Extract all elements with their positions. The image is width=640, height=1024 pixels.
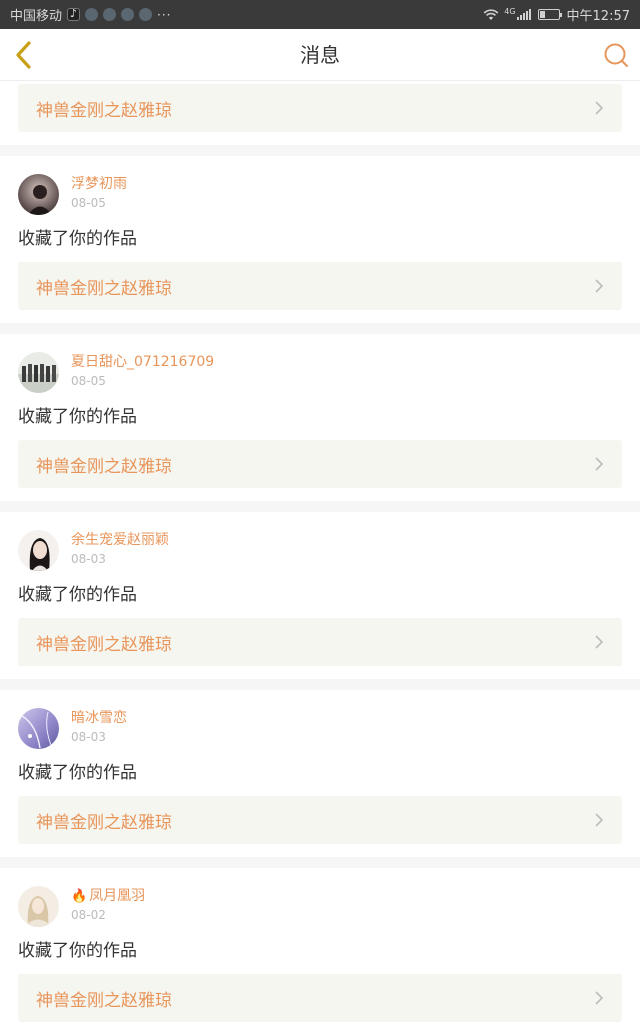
- work-title: 神兽金刚之赵雅琼: [36, 990, 172, 1011]
- message-card: 暗冰雪恋 08-03 收藏了你的作品 神兽金刚之赵雅琼: [0, 690, 640, 857]
- page-title: 消息: [300, 43, 340, 67]
- message-card: 🔥 凤月凰羽 08-02 收藏了你的作品 神兽金刚之赵雅琼: [0, 868, 640, 1024]
- action-text: 收藏了你的作品: [18, 407, 137, 427]
- username[interactable]: 夏日甜心_071216709: [71, 354, 214, 371]
- app-notification-icon: [139, 8, 153, 21]
- avatar[interactable]: [18, 174, 59, 215]
- network-type-label: 4G: [504, 6, 516, 16]
- chevron-right-icon: [594, 457, 604, 471]
- search-icon: [604, 43, 628, 67]
- fire-icon: 🔥: [71, 889, 88, 904]
- work-title: 神兽金刚之赵雅琼: [36, 456, 172, 477]
- message-list[interactable]: 神兽金刚之赵雅琼 浮梦初雨 08-05 收藏了你的作品 神兽金刚之赵雅琼 夏日甜…: [0, 81, 640, 1024]
- action-text: 收藏了你的作品: [18, 763, 137, 783]
- divider: [0, 501, 640, 512]
- work-link[interactable]: 神兽金刚之赵雅琼: [18, 262, 622, 310]
- battery-icon: [537, 9, 562, 20]
- username[interactable]: 余生宠爱赵丽颖: [71, 532, 169, 549]
- username[interactable]: 浮梦初雨: [71, 176, 127, 193]
- username[interactable]: 🔥 凤月凰羽: [71, 888, 145, 905]
- carrier-label: 中国移动: [10, 9, 63, 24]
- work-title: 神兽金刚之赵雅琼: [36, 634, 172, 655]
- app-notification-icon: [85, 8, 99, 21]
- avatar[interactable]: [18, 886, 59, 927]
- search-button[interactable]: [600, 38, 632, 72]
- tiktok-notification-icon: [67, 7, 81, 21]
- status-bar: 中国移动 ··· 4G 中午12:57: [0, 0, 640, 29]
- divider: [0, 679, 640, 690]
- message-date: 08-03: [71, 730, 106, 744]
- chevron-right-icon: [594, 813, 604, 827]
- message-card: 余生宠爱赵丽颖 08-03 收藏了你的作品 神兽金刚之赵雅琼: [0, 512, 640, 679]
- work-link[interactable]: 神兽金刚之赵雅琼: [18, 618, 622, 666]
- work-title: 神兽金刚之赵雅琼: [36, 812, 172, 833]
- divider: [0, 145, 640, 156]
- chevron-right-icon: [594, 635, 604, 649]
- signal-icon: [516, 9, 531, 20]
- message-date: 08-05: [71, 196, 106, 210]
- avatar[interactable]: [18, 352, 59, 393]
- chevron-right-icon: [594, 991, 604, 1005]
- action-text: 收藏了你的作品: [18, 229, 137, 249]
- work-link[interactable]: 神兽金刚之赵雅琼: [18, 84, 622, 132]
- message-card-partial: 神兽金刚之赵雅琼: [0, 81, 640, 145]
- more-notifications-icon: ···: [157, 7, 172, 22]
- message-date: 08-02: [71, 908, 106, 922]
- app-notification-icon: [121, 8, 135, 21]
- action-text: 收藏了你的作品: [18, 941, 137, 961]
- message-date: 08-05: [71, 374, 106, 388]
- divider: [0, 323, 640, 334]
- work-link[interactable]: 神兽金刚之赵雅琼: [18, 440, 622, 488]
- username[interactable]: 暗冰雪恋: [71, 710, 127, 727]
- clock: 中午12:57: [566, 9, 630, 24]
- divider: [0, 857, 640, 868]
- chevron-right-icon: [594, 101, 604, 115]
- status-bar-right: 4G 中午12:57: [483, 5, 630, 24]
- avatar[interactable]: [18, 530, 59, 571]
- work-link[interactable]: 神兽金刚之赵雅琼: [18, 974, 622, 1022]
- app-header: 消息: [0, 29, 640, 81]
- work-link[interactable]: 神兽金刚之赵雅琼: [18, 796, 622, 844]
- status-bar-left: 中国移动 ···: [10, 5, 171, 24]
- avatar[interactable]: [18, 708, 59, 749]
- battery-level: [539, 11, 545, 18]
- work-title: 神兽金刚之赵雅琼: [36, 100, 172, 121]
- message-date: 08-03: [71, 552, 106, 566]
- action-text: 收藏了你的作品: [18, 585, 137, 605]
- message-card: 浮梦初雨 08-05 收藏了你的作品 神兽金刚之赵雅琼: [0, 156, 640, 323]
- chevron-right-icon: [594, 279, 604, 293]
- app-notification-icon: [103, 8, 117, 21]
- wifi-icon: [483, 8, 499, 21]
- work-title: 神兽金刚之赵雅琼: [36, 278, 172, 299]
- message-card: 夏日甜心_071216709 08-05 收藏了你的作品 神兽金刚之赵雅琼: [0, 334, 640, 501]
